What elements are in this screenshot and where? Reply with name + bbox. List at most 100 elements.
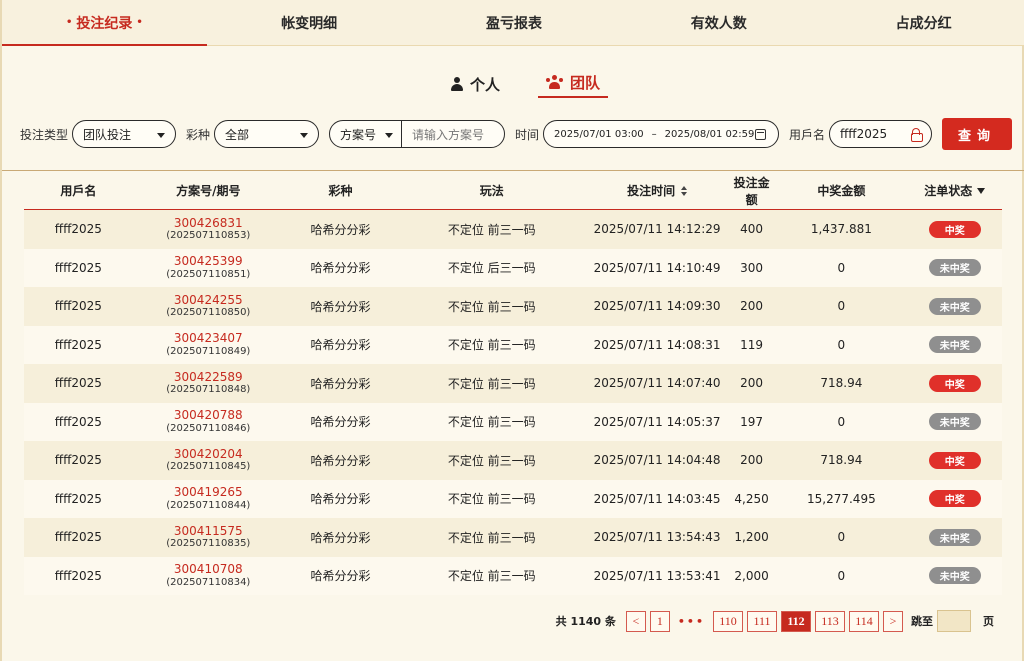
scheme-number-link[interactable]: 300422589 [174,370,243,385]
scheme-type-select[interactable]: 方案号 [330,121,403,147]
status-badge: 中奖 [928,220,981,238]
period-number: (202507110834) [166,576,251,588]
page-button[interactable]: 110 [713,610,743,632]
cell-bet-amount: 200 [740,453,764,468]
lottery-select[interactable]: 全部 [214,120,320,148]
sort-icon[interactable] [681,185,688,196]
scheme-number-link[interactable]: 300426831 [174,216,243,231]
status-badge: 未中奖 [928,259,981,277]
cell-win-amount: 718.94 [820,376,863,391]
tab-label: 投注纪录 [76,15,133,32]
scheme-input[interactable]: 请输入方案号 [402,126,484,143]
table-row[interactable]: ffff2025 300425399 (202507110851) 哈希分分彩 不定位 … [24,248,1003,287]
tab-active-users[interactable]: 有效人数 [616,0,821,45]
status-badge: 未中奖 [928,297,981,315]
next-page-button[interactable]: > [883,610,903,632]
jump-page-input[interactable] [937,610,971,632]
cell-username: ffff2025 [54,491,102,506]
bet-type-select[interactable]: 团队投注 [72,120,177,148]
cell-status: 未中奖 [908,528,1003,546]
cell-scheme: 300423407 (202507110849) [133,331,284,357]
table-row[interactable]: ffff2025 300419265 (202507110844) 哈希分分彩 不定位 … [24,479,1002,518]
scheme-search-group: 方案号 请输入方案号 [329,120,506,148]
scheme-number-link[interactable]: 300420204 [174,447,243,462]
cell-lottery: 哈希分分彩 [310,261,371,276]
table-row[interactable]: ffff2025 300410708 (202507110834) 哈希分分彩 不定位 … [24,556,1002,595]
cell-bet-time: 2025/07/11 14:04:48 [593,453,721,468]
cell-play: 不定位 前三一码 [447,222,536,237]
cell-status: 未中奖 [908,259,1003,277]
table-row[interactable]: ffff2025 300420788 (202507110846) 哈希分分彩 不定位 … [24,402,1002,441]
period-number: (202507110853) [166,230,251,242]
cell-scheme: 300420204 (202507110845) [133,447,284,473]
calendar-icon [755,129,767,140]
scheme-number-link[interactable]: 300411575 [174,524,243,539]
bet-records-table: 用戶名 方案号/期号 彩种 玩法 投注时间 投注金额 中奖金额 注单状态 fff… [24,172,1002,595]
cell-scheme: 300419265 (202507110844) [133,485,284,511]
pagination: 共 1140 条 < 1 ••• 110 111 112 113 114 > 跳至 页 [556,610,994,632]
jump-label: 跳至 [911,615,933,628]
table-row[interactable]: ffff2025 300411575 (202507110835) 哈希分分彩 不定位 … [24,518,1002,557]
date-separator: – [651,128,657,140]
scope-toggle: 个人 团队 [442,70,609,98]
cell-bet-amount: 200 [740,376,764,391]
cell-scheme: 300425399 (202507110851) [133,254,284,280]
cell-status: 中奖 [908,374,1003,392]
col-bet-amount: 投注金额 [733,175,770,207]
table-row[interactable]: ffff2025 300420204 (202507110845) 哈希分分彩 不定位 … [24,441,1002,480]
cell-win-amount: 15,277.495 [807,491,876,506]
table-row[interactable]: ffff2025 300423407 (202507110849) 哈希分分彩 不定位 … [24,325,1002,364]
cell-win-amount: 0 [837,568,846,583]
tab-profit-report[interactable]: 盈亏报表 [412,0,617,45]
cell-status: 中奖 [908,220,1003,238]
page-button[interactable]: 113 [815,610,845,632]
scope-personal[interactable]: 个人 [442,70,508,98]
table-row[interactable]: ffff2025 300426831 (202507110853) 哈希分分彩 不定位 … [24,210,1002,249]
cell-bet-time: 2025/07/11 14:03:45 [593,491,721,506]
section-divider [2,170,1024,171]
col-bet-time[interactable]: 投注时间 [586,182,728,199]
filter-bar: 投注类型 团队投注 彩种 全部 方案号 请输入方案号 时间 2025/07/01… [20,118,1013,150]
date-range-picker[interactable]: 2025/07/01 03:00 – 2025/08/01 02:59 [543,120,780,148]
period-number: (202507110835) [166,538,251,550]
scheme-number-link[interactable]: 300423407 [174,331,243,346]
filter-icon[interactable] [977,187,986,194]
cell-scheme: 300410708 (202507110834) [133,562,284,588]
scheme-number-link[interactable]: 300424255 [174,293,243,308]
person-icon [450,77,464,91]
scope-team[interactable]: 团队 [538,70,609,98]
col-status[interactable]: 注单状态 [908,182,1003,199]
period-number: (202507110849) [166,345,251,357]
cell-bet-amount: 4,250 [734,491,769,506]
scheme-number-link[interactable]: 300419265 [174,485,243,500]
query-button[interactable]: 查询 [942,118,1013,150]
cell-bet-time: 2025/07/11 14:09:30 [593,299,721,314]
table-row[interactable]: ffff2025 300422589 (202507110848) 哈希分分彩 不定位 … [24,364,1002,403]
scheme-number-link[interactable]: 300420788 [174,408,243,423]
cell-lottery: 哈希分分彩 [310,222,371,237]
tab-dividend[interactable]: 占成分红 [821,0,1024,45]
ellipsis-icon[interactable]: ••• [678,615,705,628]
tab-bet-records[interactable]: • 投注纪录 • [2,0,207,46]
scheme-number-link[interactable]: 300410708 [174,562,243,577]
username-input[interactable]: ffff2025 [829,120,933,148]
status-badge: 未中奖 [928,528,981,546]
cell-lottery: 哈希分分彩 [310,492,371,507]
total-count: 共 1140 条 [555,615,616,628]
table-row[interactable]: ffff2025 300424255 (202507110850) 哈希分分彩 不定位 … [24,287,1002,326]
cell-win-amount: 718.94 [820,453,863,468]
prev-page-button[interactable]: < [625,610,646,632]
tab-label: 有效人数 [690,15,747,32]
page-button[interactable]: 111 [747,610,777,632]
scheme-number-link[interactable]: 300425399 [174,254,243,269]
table-header: 用戶名 方案号/期号 彩种 玩法 投注时间 投注金额 中奖金额 注单状态 [24,172,1002,210]
cell-play: 不定位 前三一码 [447,338,536,353]
table-body: ffff2025 300426831 (202507110853) 哈希分分彩 不定位 … [24,210,1002,595]
page-button[interactable]: 114 [849,610,879,632]
page-button[interactable]: 112 [781,610,811,632]
cell-win-amount: 0 [837,530,846,545]
tab-account-changes[interactable]: 帐变明细 [207,0,412,45]
cell-bet-time: 2025/07/11 13:54:43 [593,530,721,545]
page-1-button[interactable]: 1 [649,610,670,632]
chevron-down-icon [385,133,394,138]
